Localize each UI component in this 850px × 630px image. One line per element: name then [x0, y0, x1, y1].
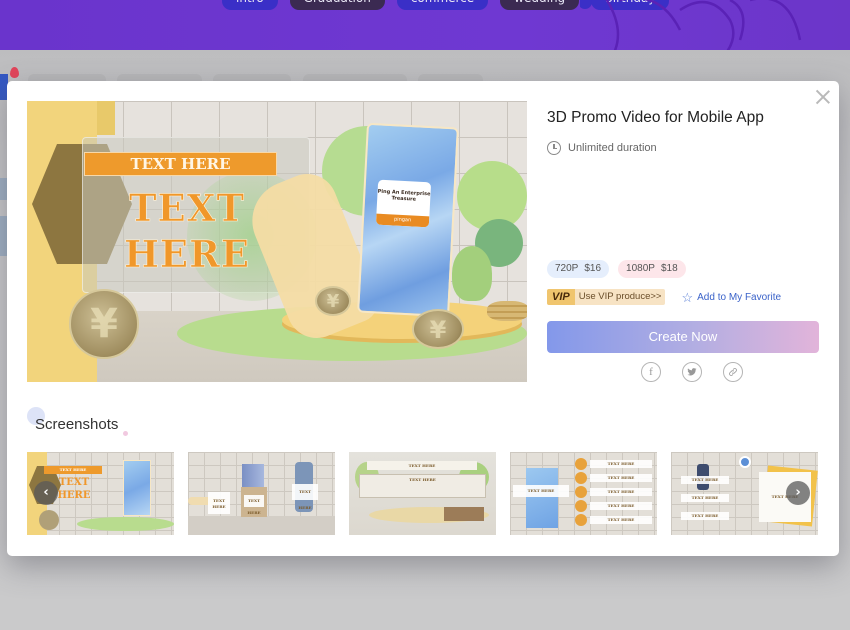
vip-produce-label: Use VIP produce>>: [574, 289, 666, 305]
thumb-label: TEXT HERE: [681, 512, 729, 520]
hot-flame-icon: [10, 67, 19, 78]
vip-row: VIP Use VIP produce>> ☆ Add to My Favori…: [547, 289, 781, 305]
screenshot-thumbnail-3[interactable]: TEXT HERE TEXT HERE: [349, 452, 496, 535]
favorite-label: Add to My Favorite: [697, 291, 782, 303]
vip-produce-button[interactable]: VIP Use VIP produce>>: [547, 289, 666, 305]
duration-label: Unlimited duration: [568, 142, 657, 154]
screenshot-thumbnail-4[interactable]: TEXT HERE TEXT HERE TEXT HERE TEXT HERE …: [510, 452, 657, 535]
thumb-bottles: [242, 464, 264, 488]
coin-icon: [315, 286, 351, 316]
duration-info: Unlimited duration: [547, 141, 657, 155]
thumb-label: TEXT HERE: [590, 488, 652, 496]
hero-tag-intro[interactable]: intro: [222, 0, 278, 10]
coin-icon: [69, 289, 139, 359]
thumb-food: [444, 507, 484, 521]
resolution-label: 1080P: [626, 263, 655, 274]
thumb-label: HERE: [57, 490, 91, 501]
decorative-dot: [123, 431, 128, 436]
thumb-phone: [123, 460, 151, 516]
vip-badge: VIP: [547, 289, 575, 305]
template-title: 3D Promo Video for Mobile App: [547, 109, 764, 126]
thumb-label: TEXT HERE: [359, 474, 486, 498]
coin-icon: [39, 510, 59, 530]
facebook-icon[interactable]: f: [641, 362, 661, 382]
close-icon[interactable]: [815, 89, 831, 105]
price-option-720p[interactable]: 720P $16: [547, 260, 610, 278]
preview-big-text-1: TEXT: [129, 186, 245, 230]
hero-tag-commerce[interactable]: commerce: [396, 0, 489, 10]
thumb-label: TEXT HERE: [590, 460, 652, 468]
thumb-label: TEXT HERE: [208, 492, 230, 514]
template-detail-modal: TEXT HERE TEXT HERE Ping An Enterprise T…: [7, 81, 839, 556]
screenshot-carousel: TEXT HERE TEXT HERE TEXT HERE TEXT HERE …: [27, 452, 818, 535]
thumb-round-icon: [575, 458, 587, 470]
thumb-floor: [188, 516, 335, 535]
thumb-round-icon: [575, 486, 587, 498]
thumb-shape: [77, 517, 174, 531]
thumb-round-icon: [575, 472, 587, 484]
thumb-label: TEXT HERE: [590, 502, 652, 510]
price-label: $16: [584, 263, 602, 274]
thumb-round-icon: [739, 456, 751, 468]
thumb-round-icon: [575, 514, 587, 526]
yellow-block: [97, 101, 115, 135]
preview-big-text-2: HERE: [123, 232, 251, 276]
hero-tag-wedding[interactable]: wedding: [500, 0, 580, 10]
carousel-prev-button[interactable]: ‹: [34, 481, 58, 505]
twitter-icon[interactable]: [682, 362, 702, 382]
share-buttons: f: [641, 362, 743, 382]
link-icon[interactable]: [723, 362, 743, 382]
thumb-label: TEXT HERE: [367, 461, 477, 470]
coin-stack: [487, 301, 527, 321]
thumb-round-icon: [575, 500, 587, 512]
thumb-label: TEXT HERE: [590, 516, 652, 524]
thumb-label: TEXT HERE: [590, 474, 652, 482]
screenshot-thumbnail-2[interactable]: TEXT HERE TEXT HERE TEXT HERE: [188, 452, 335, 535]
app-card: Ping An Enterprise Treasure pingan: [375, 179, 432, 228]
resolution-label: 720P: [555, 263, 579, 274]
thumb-label: TEXT HERE: [244, 495, 264, 515]
thumb-label: TEXT HERE: [292, 484, 318, 510]
thumb-label: TEXT HERE: [681, 494, 729, 502]
tree-decoration: [452, 246, 492, 301]
create-now-button[interactable]: Create Now: [547, 321, 819, 353]
thumb-label: TEXT: [58, 477, 90, 488]
thumb-label: TEXT HERE: [513, 485, 569, 497]
hero-banner: intro Graduation commerce wedding birthd…: [0, 0, 850, 50]
hero-illustration: [580, 0, 802, 50]
star-icon: ☆: [681, 289, 694, 305]
coin-icon: [412, 309, 464, 349]
add-to-favorite-link[interactable]: ☆ Add to My Favorite: [681, 291, 781, 304]
hero-tag-graduation[interactable]: Graduation: [289, 0, 385, 10]
clock-icon: [547, 141, 561, 155]
price-options: 720P $16 1080P $18: [547, 260, 686, 278]
carousel-next-button[interactable]: ›: [786, 481, 810, 505]
price-option-1080p[interactable]: 1080P $18: [618, 260, 686, 278]
price-label: $18: [660, 263, 678, 274]
thumb-phone: [526, 468, 558, 528]
preview-banner-text: TEXT HERE: [84, 152, 277, 176]
video-preview[interactable]: TEXT HERE TEXT HERE Ping An Enterprise T…: [27, 101, 527, 382]
app-card-title: Ping An Enterprise Treasure: [377, 188, 431, 203]
screenshots-title: Screenshots: [35, 416, 119, 433]
thumb-label: TEXT HERE: [681, 476, 729, 484]
thumb-label: TEXT HERE: [44, 466, 102, 474]
